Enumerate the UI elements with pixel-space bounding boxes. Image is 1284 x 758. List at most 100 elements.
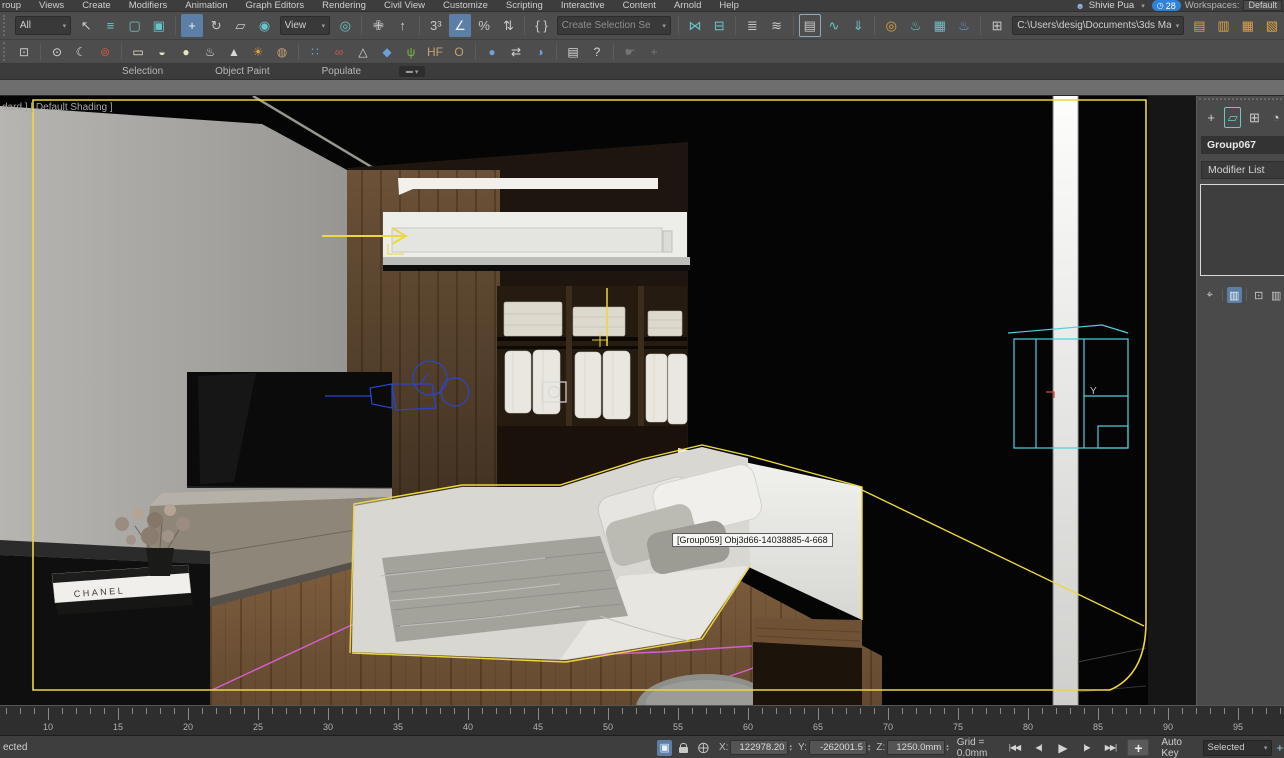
scene-tv[interactable] — [187, 372, 392, 488]
signed-in-user[interactable]: Shivie Pua — [1089, 0, 1134, 11]
edit-named-selection-sets-icon[interactable]: { } — [530, 14, 552, 37]
camera-small-icon[interactable]: ⊡ — [13, 42, 35, 62]
select-object-icon[interactable]: ↖ — [75, 14, 97, 37]
ribbon-tab-object-paint[interactable]: Object Paint — [189, 66, 295, 77]
scene-shelf-box[interactable] — [383, 212, 690, 271]
selection-filter-dropdown[interactable]: All▾ — [15, 16, 71, 35]
menu-views[interactable]: Views — [30, 0, 73, 12]
material-editor-icon[interactable]: ◎ — [880, 14, 902, 37]
menu-civil-view[interactable]: Civil View — [375, 0, 434, 12]
sun-light-icon[interactable]: ☀ — [247, 42, 269, 62]
go-to-start-button[interactable]: |◀◀ — [1003, 740, 1025, 756]
x-coordinate-field[interactable]: 122978.20 — [730, 740, 788, 755]
align-icon[interactable]: ⊟ — [708, 14, 730, 37]
menu-rendering[interactable]: Rendering — [313, 0, 375, 12]
use-pivot-point-center-icon[interactable]: ◎ — [334, 14, 356, 37]
layer-explorer-icon[interactable]: ≋ — [765, 14, 787, 37]
pan-hand-icon[interactable]: ☛ — [619, 42, 641, 62]
project-tool-1-icon[interactable]: ▤ — [1188, 14, 1210, 37]
named-selection-sets-dropdown[interactable]: Create Selection Se▾ — [557, 16, 671, 35]
convert-materials-icon[interactable]: ⇄ — [505, 42, 527, 62]
document-icon[interactable]: ▤ — [562, 42, 584, 62]
object-name-field[interactable]: Group067 — [1201, 136, 1284, 154]
toolbar-grip[interactable] — [3, 42, 9, 60]
add-icon[interactable]: + — [1276, 741, 1284, 755]
menu-roup[interactable]: roup — [0, 0, 30, 12]
quad-light-icon[interactable]: ▭ — [127, 42, 149, 62]
scene-explorer-icon[interactable]: ≣ — [741, 14, 763, 37]
scene-bench[interactable] — [753, 618, 862, 705]
workspace-grid-icon[interactable]: ⊞ — [986, 14, 1008, 37]
z-spinner[interactable]: ▴▾ — [946, 744, 949, 752]
menu-help[interactable]: Help — [710, 0, 748, 12]
remove-modifier-icon[interactable]: ▥ — [1227, 287, 1243, 303]
dome-light-icon[interactable]: ◒ — [151, 42, 173, 62]
angle-snap-icon[interactable]: ∠ — [449, 14, 471, 37]
render-setup-icon[interactable]: ♨ — [904, 14, 926, 37]
perspective-viewport[interactable]: dard ] [ Default Shading ] — [0, 96, 1196, 705]
project-folder-dropdown[interactable]: C:\Users\desig\Documents\3ds Max 2020▾ — [1012, 16, 1184, 35]
ribbon-tab-selection[interactable]: Selection — [96, 66, 189, 77]
distant-light-icon[interactable]: ▲ — [223, 42, 245, 62]
keyboard-shortcut-override-icon[interactable]: ↑ — [392, 14, 414, 37]
previous-frame-button[interactable]: ◀| — [1027, 740, 1049, 756]
rendered-frame-window-icon[interactable]: ▦ — [929, 14, 951, 37]
select-and-scale-icon[interactable]: ▱ — [229, 14, 251, 37]
auto-key-button[interactable]: Auto Key — [1155, 737, 1198, 758]
material-sphere-icon[interactable]: ● — [481, 42, 503, 62]
modify-tab-icon[interactable]: ▱ — [1224, 107, 1241, 128]
mirror-icon[interactable]: ⋈ — [684, 14, 706, 37]
scene-nightstand[interactable] — [0, 540, 210, 705]
go-to-end-button[interactable]: ▶▶| — [1099, 740, 1121, 756]
menu-arnold[interactable]: Arnold — [665, 0, 710, 12]
spinner-snap-icon[interactable]: ⇅ — [497, 14, 519, 37]
menu-scripting[interactable]: Scripting — [497, 0, 552, 12]
percent-snap-icon[interactable]: % — [473, 14, 495, 37]
help-icon[interactable]: ? — [586, 42, 608, 62]
moon-light-icon[interactable]: ☾ — [70, 42, 92, 62]
modifier-list-dropdown[interactable]: Modifier List — [1201, 161, 1284, 179]
toolbar-grip[interactable] — [3, 15, 9, 37]
reference-coordinate-system-dropdown[interactable]: View▾ — [280, 16, 331, 35]
window-crossing-icon[interactable]: ▣ — [148, 14, 170, 37]
viewport-shading-label[interactable]: dard ] [ Default Shading ] — [2, 102, 113, 113]
select-and-move-icon[interactable]: + — [181, 14, 203, 37]
grass-icon[interactable]: ψ — [400, 42, 422, 62]
configure-modifier-sets-icon[interactable]: ▥ — [1269, 287, 1284, 303]
pin-stack-icon[interactable]: ⌖ — [1202, 287, 1218, 303]
hierarchy-tab-icon[interactable]: ⊞ — [1246, 107, 1262, 128]
menu-graph-editors[interactable]: Graph Editors — [237, 0, 314, 12]
project-tool-4-icon[interactable]: ▧ — [1261, 14, 1283, 37]
menu-customize[interactable]: Customize — [434, 0, 497, 12]
physics-spheres-icon[interactable]: ∞ — [328, 42, 350, 62]
sphere-light-icon[interactable]: ● — [175, 42, 197, 62]
modifier-stack[interactable] — [1200, 184, 1284, 276]
track-bar-ruler[interactable]: 101520253035404550556065707580859095 — [0, 705, 1284, 736]
render-sphere-icon[interactable]: ◑ — [529, 42, 551, 62]
selection-lock-toggle[interactable] — [676, 740, 691, 756]
ribbon-toggle-icon[interactable]: ▤ — [799, 14, 821, 37]
make-unique-icon[interactable]: ⊡ — [1251, 287, 1267, 303]
camera-map-icon[interactable]: △ — [352, 42, 374, 62]
schematic-view-icon[interactable]: ⇓ — [847, 14, 869, 37]
absolute-offset-toggle[interactable]: ⨁ — [696, 740, 711, 756]
z-coordinate-field[interactable]: 1250.0mm — [887, 740, 945, 755]
ribbon-tab-populate[interactable]: Populate — [296, 66, 387, 77]
ribbon-collapse-button[interactable]: ▬ ▾ — [399, 66, 425, 77]
physical-camera-icon[interactable]: ⊙ — [46, 42, 68, 62]
menu-animation[interactable]: Animation — [176, 0, 236, 12]
mesh-light-teapot-icon[interactable]: ♨ — [199, 42, 221, 62]
selection-region-icon[interactable]: ▢ — [124, 14, 146, 37]
workspace-dropdown[interactable]: Default — [1243, 0, 1282, 11]
y-coordinate-field[interactable]: -262001.5 — [809, 740, 867, 755]
hair-fur-icon[interactable]: HF — [424, 42, 446, 62]
move-disabled-icon[interactable]: + — [643, 42, 665, 62]
target-camera-icon[interactable]: ⊚ — [94, 42, 116, 62]
render-production-icon[interactable]: ♨ — [953, 14, 975, 37]
y-spinner[interactable]: ▴▾ — [868, 744, 871, 752]
select-and-manipulate-icon[interactable]: ✙ — [367, 14, 389, 37]
notification-badge[interactable]: ◷ 28 — [1152, 0, 1181, 11]
play-button[interactable]: ▶ — [1051, 740, 1073, 756]
photometric-light-icon[interactable]: ◍ — [271, 42, 293, 62]
select-and-rotate-icon[interactable]: ↻ — [205, 14, 227, 37]
